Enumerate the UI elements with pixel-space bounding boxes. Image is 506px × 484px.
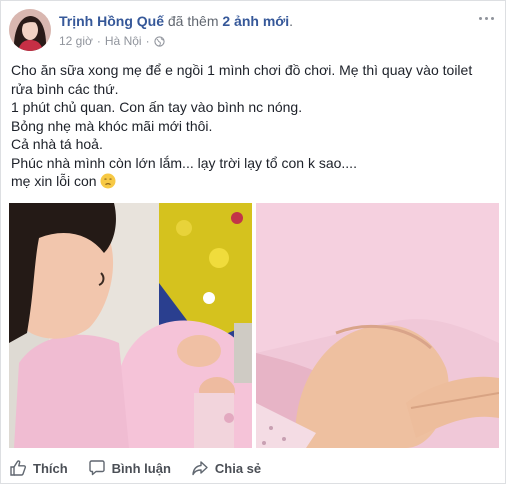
post-location[interactable]: Hà Nội [105, 34, 142, 48]
post-time[interactable]: 12 giờ [59, 34, 93, 48]
sad-face-emoji [100, 173, 116, 189]
like-button[interactable]: Thích [9, 459, 68, 477]
avatar-image [9, 9, 51, 51]
photo-grid [9, 203, 499, 448]
post-meta: 12 giờ · Hà Nội · [59, 34, 165, 48]
comment-button[interactable]: Bình luận [88, 459, 171, 477]
share-arrow-icon [192, 461, 208, 476]
post-line: Cả nhà tá hoả. [11, 136, 103, 152]
globe-icon[interactable] [153, 35, 165, 47]
activity-prefix: đã thêm [167, 13, 219, 29]
activity-suffix: . [289, 13, 294, 29]
activity-text: đã thêm 2 ảnh mới. [168, 13, 293, 29]
post-last-line: mẹ xin lỗi con [11, 172, 497, 191]
photo-baby-with-bottle[interactable] [9, 203, 252, 448]
meta-separator: · [145, 34, 150, 48]
comment-label: Bình luận [111, 460, 171, 476]
share-label: Chia sẻ [214, 460, 262, 476]
more-options-icon[interactable] [475, 11, 497, 25]
photo-image [256, 203, 499, 448]
share-button[interactable]: Chia sẻ [191, 459, 261, 477]
post-line: mẹ xin lỗi con [11, 173, 97, 189]
post-line: 1 phút chủ quan. Con ấn tay vào bình nc … [11, 99, 303, 115]
post-line: Cho ăn sữa xong mẹ để e ngồi 1 mình chơi… [11, 62, 477, 97]
post-text: Cho ăn sữa xong mẹ để e ngồi 1 mình chơi… [11, 61, 497, 191]
author-avatar[interactable] [9, 9, 51, 51]
comment-icon [88, 460, 105, 476]
photo-image [9, 203, 252, 448]
post-header: Trịnh Hồng Quế đã thêm 2 ảnh mới. 12 giờ… [9, 9, 499, 53]
thumbs-up-icon [10, 460, 27, 476]
post-line: Bỏng nhẹ mà khóc mãi mới thôi. [11, 117, 213, 134]
post-card: Trịnh Hồng Quế đã thêm 2 ảnh mới. 12 giờ… [0, 0, 506, 484]
dot [484, 16, 488, 20]
author-name[interactable]: Trịnh Hồng Quế [59, 13, 164, 29]
photo-burned-hand[interactable] [256, 203, 499, 448]
post-line: Phúc nhà mình còn lớn lắm... lạy trời lạ… [11, 154, 357, 171]
post-title-line: Trịnh Hồng Quế đã thêm 2 ảnh mới. [59, 13, 293, 29]
new-photos-link[interactable]: 2 ảnh mới [222, 13, 289, 29]
like-label: Thích [33, 460, 68, 476]
meta-separator: · [96, 34, 101, 48]
dot [478, 16, 482, 20]
post-actions: Thích Bình luận Chia sẻ [9, 456, 261, 480]
dot [490, 16, 494, 20]
